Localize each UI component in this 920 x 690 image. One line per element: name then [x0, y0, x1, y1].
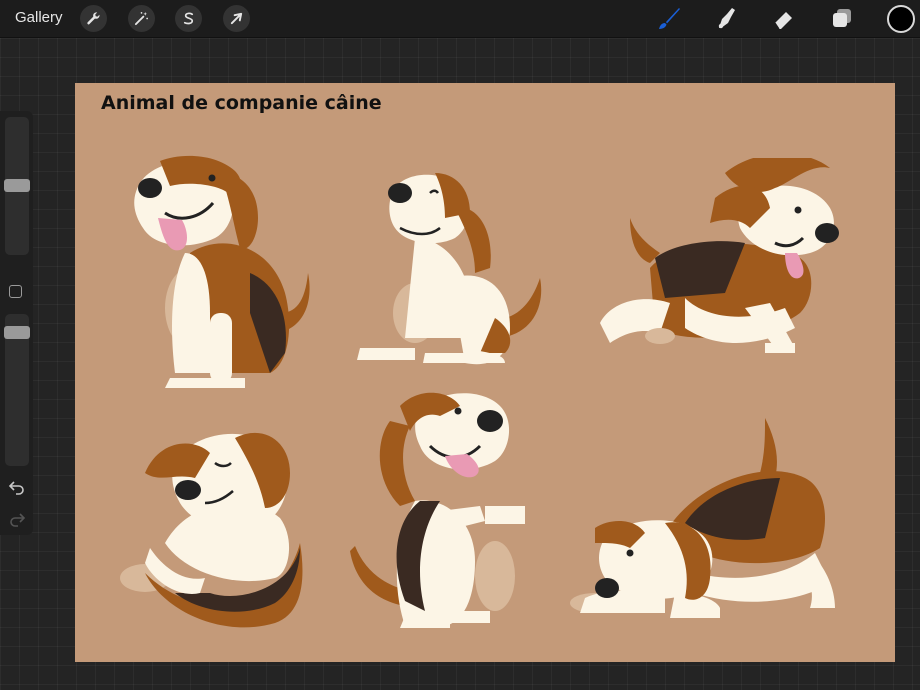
wrench-icon	[87, 12, 100, 25]
adjustments-button[interactable]	[128, 5, 155, 32]
beagle-sitting-illustration	[134, 155, 310, 388]
undo-icon[interactable]	[8, 479, 26, 495]
canvas-title: Animal de companie câine	[101, 92, 382, 114]
beagle-lying-illustration	[120, 432, 303, 628]
selection-s-icon	[183, 12, 194, 25]
left-sidebar	[0, 111, 33, 535]
selection-button[interactable]	[175, 5, 202, 32]
beagle-play-bow-illustration	[570, 418, 835, 618]
magic-wand-icon	[134, 11, 148, 26]
brush-icon[interactable]	[655, 4, 683, 32]
beagle-begging-illustration	[350, 392, 525, 628]
redo-icon[interactable]	[8, 511, 26, 527]
actions-button[interactable]	[80, 5, 107, 32]
beagle-scratching-illustration	[357, 173, 542, 365]
opacity-thumb[interactable]	[4, 326, 30, 339]
smudge-icon[interactable]	[712, 4, 740, 32]
modify-button[interactable]	[9, 285, 22, 298]
layers-icon[interactable]	[828, 4, 856, 32]
brush-size-thumb[interactable]	[4, 179, 30, 192]
color-picker-button[interactable]	[887, 5, 915, 33]
gallery-button[interactable]: Gallery	[15, 9, 63, 26]
arrow-cursor-icon	[230, 12, 243, 25]
eraser-icon[interactable]	[770, 4, 798, 32]
transform-button[interactable]	[223, 5, 250, 32]
beagle-running-illustration	[600, 158, 839, 353]
drawing-canvas[interactable]: Animal de companie câine	[75, 83, 895, 662]
top-toolbar: Gallery	[0, 0, 920, 38]
